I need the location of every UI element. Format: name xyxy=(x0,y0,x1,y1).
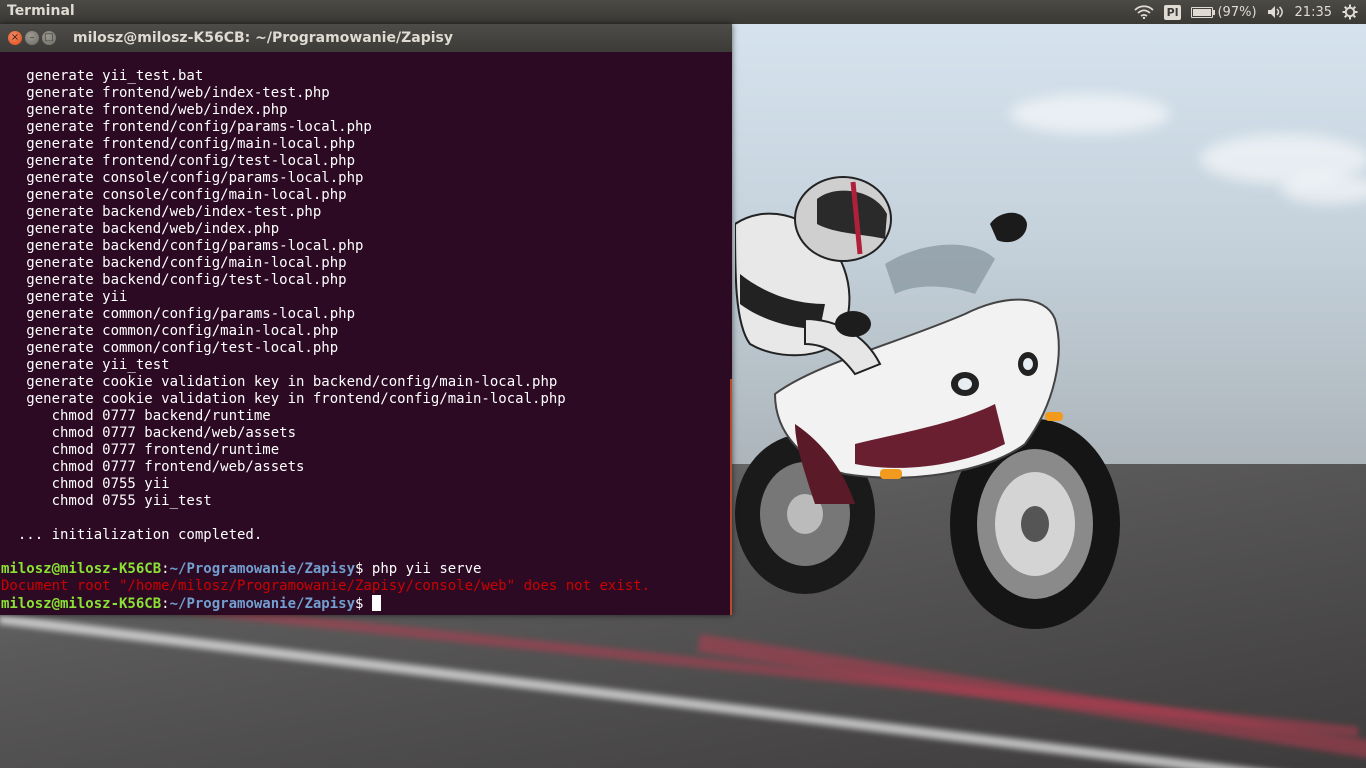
output-line: generate yii_test.bat xyxy=(1,68,204,84)
output-line: chmod 0777 frontend/runtime xyxy=(1,442,280,458)
prompt-path: ~/Programowanie/Zapisy xyxy=(169,561,356,577)
volume-icon[interactable] xyxy=(1267,0,1285,24)
output-line: chmod 0777 backend/web/assets xyxy=(1,425,297,441)
output-line: generate backend/web/index.php xyxy=(1,221,280,237)
window-controls: × – □ xyxy=(8,31,56,45)
gear-icon[interactable] xyxy=(1342,0,1358,24)
output-line: generate backend/config/test-local.php xyxy=(1,272,347,288)
current-prompt-line[interactable]: milosz@milosz-K56CB:~/Programowanie/Zapi… xyxy=(1,595,732,612)
volume-icon-glyph xyxy=(1267,6,1283,18)
keyboard-layout-label: Pl xyxy=(1163,4,1182,20)
output-line: generate console/config/params-local.php xyxy=(1,170,364,186)
output-line: chmod 0777 backend/runtime xyxy=(1,408,271,424)
prompt-user: milosz@milosz-K56CB xyxy=(1,561,162,577)
output-line: generate frontend/web/index-test.php xyxy=(1,85,330,101)
prompt-path: ~/Programowanie/Zapisy xyxy=(169,596,356,612)
motorcycle-image xyxy=(735,176,1120,629)
output-line: ... initialization completed. xyxy=(1,527,263,543)
keyboard-layout-indicator[interactable]: Pl xyxy=(1163,0,1182,24)
battery-fill xyxy=(1193,8,1211,16)
output-line: generate frontend/config/main-local.php xyxy=(1,136,356,152)
wallpaper-cloud xyxy=(1010,94,1170,134)
prompt-separator: : xyxy=(161,561,170,577)
output-line: generate cookie validation key in backen… xyxy=(1,374,558,390)
command-line: milosz@milosz-K56CB:~/Programowanie/Zapi… xyxy=(1,561,732,578)
prompt-dollar: $ xyxy=(355,596,372,612)
output-line: generate frontend/config/test-local.php xyxy=(1,153,356,169)
output-line: chmod 0755 yii_test xyxy=(1,493,212,509)
clock[interactable]: 21:35 xyxy=(1295,0,1332,24)
output-line: generate yii_test xyxy=(1,357,170,373)
error-line: Document root "/home/milosz/Programowani… xyxy=(1,578,651,594)
prompt-separator: : xyxy=(161,596,170,612)
gear-icon-glyph xyxy=(1342,4,1358,20)
top-panel: Terminal Pl (97%) 21:35 xyxy=(0,0,1366,24)
window-title: milosz@milosz-K56CB: ~/Programowanie/Zap… xyxy=(73,30,453,46)
output-lines: generate yii_test.bat generate frontend/… xyxy=(1,68,732,561)
wifi-icon-glyph xyxy=(1134,5,1154,19)
battery-percent: (97%) xyxy=(1217,4,1257,20)
text-cursor xyxy=(371,595,381,611)
output-line: generate backend/config/main-local.php xyxy=(1,255,347,271)
prompt-dollar: $ xyxy=(355,561,372,577)
output-line: generate common/config/main-local.php xyxy=(1,323,339,339)
output-line: generate cookie validation key in fronte… xyxy=(1,391,566,407)
terminal-window[interactable]: × – □ milosz@milosz-K56CB: ~/Programowan… xyxy=(0,24,732,615)
output-line: generate frontend/config/params-local.ph… xyxy=(1,119,372,135)
output-line: generate frontend/web/index.php xyxy=(1,102,288,118)
window-resize-edge[interactable] xyxy=(730,379,732,615)
panel-app-title: Terminal xyxy=(7,3,75,19)
output-line: generate backend/config/params-local.php xyxy=(1,238,364,254)
output-line: generate console/config/main-local.php xyxy=(1,187,347,203)
command-text: php yii serve xyxy=(371,561,482,577)
output-line: generate common/config/test-local.php xyxy=(1,340,339,356)
output-line: chmod 0755 yii xyxy=(1,476,170,492)
indicator-area: Pl (97%) 21:35 xyxy=(1134,0,1358,24)
prompt-user: milosz@milosz-K56CB xyxy=(1,596,162,612)
battery-icon xyxy=(1191,6,1216,18)
terminal-output[interactable]: generate yii_test.bat generate frontend/… xyxy=(0,52,732,615)
output-line: generate yii xyxy=(1,289,128,305)
output-line: generate common/config/params-local.php xyxy=(1,306,356,322)
wifi-icon[interactable] xyxy=(1134,0,1154,24)
battery-indicator[interactable]: (97%) xyxy=(1191,0,1257,24)
minimize-button[interactable]: – xyxy=(25,31,39,45)
window-titlebar[interactable]: × – □ milosz@milosz-K56CB: ~/Programowan… xyxy=(0,24,732,52)
maximize-button[interactable]: □ xyxy=(42,31,56,45)
output-line: chmod 0777 frontend/web/assets xyxy=(1,459,305,475)
output-line: generate backend/web/index-test.php xyxy=(1,204,322,220)
close-button[interactable]: × xyxy=(8,31,22,45)
